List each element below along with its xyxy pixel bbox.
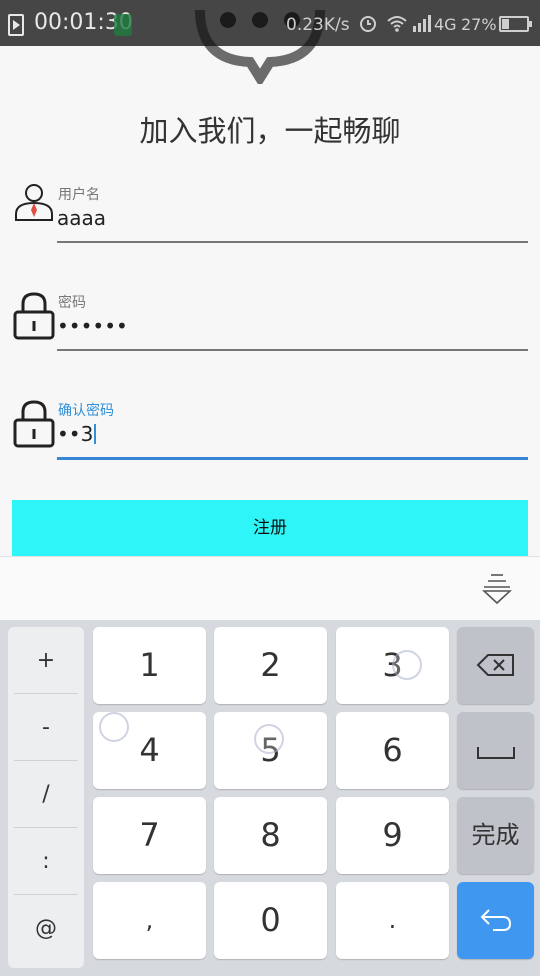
key-9[interactable]: 9: [336, 797, 449, 874]
signal-icon: [413, 15, 431, 32]
hide-keyboard-icon[interactable]: [482, 573, 512, 605]
symbol-key-colon[interactable]: :: [14, 828, 78, 895]
user-icon: [15, 184, 53, 221]
symbol-key-minus[interactable]: -: [14, 694, 78, 761]
password-field[interactable]: 密码 ••••••: [12, 292, 528, 362]
keyboard-toolbar: [0, 556, 540, 620]
confirm-password-field[interactable]: 确认密码 ••3: [12, 400, 528, 470]
key-period[interactable]: .: [336, 882, 449, 959]
symbol-key-slash[interactable]: /: [14, 761, 78, 828]
symbol-key-at[interactable]: @: [14, 895, 78, 962]
backspace-key[interactable]: [457, 627, 534, 704]
lock-icon: [13, 292, 55, 340]
touch-indicator: [254, 724, 284, 754]
touch-indicator: [392, 650, 422, 680]
confirm-password-underline: [57, 457, 528, 460]
confirm-password-label: 确认密码: [58, 403, 114, 419]
enter-arrow-icon: [480, 909, 511, 931]
password-underline: [57, 349, 528, 351]
screen-recorder-icon: [8, 14, 24, 36]
enter-key[interactable]: [457, 882, 534, 959]
key-6[interactable]: 6: [336, 712, 449, 789]
lock-icon: [13, 400, 55, 448]
username-field[interactable]: 用户名 aaaa: [12, 184, 528, 254]
wifi-icon: [387, 16, 407, 32]
page-title: 加入我们，一起畅聊: [139, 114, 401, 148]
done-key[interactable]: 完成: [457, 797, 534, 874]
username-label: 用户名: [58, 187, 100, 203]
status-bar: 00:01:30 0.23K/s 4G 27%: [0, 0, 540, 46]
confirm-password-input[interactable]: ••3: [57, 422, 97, 446]
key-comma[interactable]: ,: [93, 882, 206, 959]
space-icon: [476, 747, 515, 759]
symbol-key-plus[interactable]: +: [14, 627, 78, 694]
battery-icon: [499, 16, 532, 32]
space-key[interactable]: [457, 712, 534, 789]
register-screen: 00:01:30 0.23K/s 4G 27% 加入我们，一起畅聊 用户名 aa…: [0, 0, 540, 976]
key-8[interactable]: 8: [214, 797, 327, 874]
network-speed: 0.23K/s: [286, 15, 350, 35]
key-0[interactable]: 0: [214, 882, 327, 959]
network-type: 4G: [434, 15, 457, 34]
alarm-icon: [360, 16, 376, 32]
battery-percent: 27%: [461, 15, 497, 34]
password-label: 密码: [58, 295, 86, 311]
touch-indicator: [99, 712, 129, 742]
text-caret: [94, 424, 97, 444]
username-input[interactable]: aaaa: [57, 206, 106, 230]
key-1[interactable]: 1: [93, 627, 206, 704]
symbol-column: + - / : @: [8, 627, 84, 968]
register-button[interactable]: 注册: [12, 500, 528, 556]
key-2[interactable]: 2: [214, 627, 327, 704]
backspace-icon: [476, 654, 514, 676]
recording-indicator-icon: [114, 14, 132, 36]
username-underline: [57, 241, 528, 243]
battery-level: [502, 19, 510, 29]
confirm-password-value: ••3: [57, 422, 94, 446]
password-input[interactable]: ••••••: [57, 314, 128, 338]
numeric-keyboard: + - / : @ 1 2 3 4 5 6 7 8 9 完成 , 0 .: [0, 620, 540, 976]
key-7[interactable]: 7: [93, 797, 206, 874]
